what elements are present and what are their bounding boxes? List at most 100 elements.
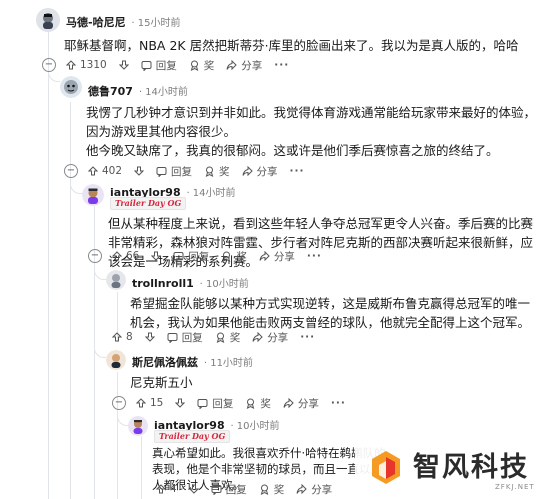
- collapse-button[interactable]: −: [64, 164, 78, 178]
- share-label: 分享: [311, 483, 333, 496]
- award-label: 奖: [203, 59, 215, 72]
- comment-icon: [156, 166, 167, 177]
- upvote-button[interactable]: 402: [88, 165, 122, 177]
- more-options-button[interactable]: ···: [274, 59, 289, 71]
- username[interactable]: trollnroll1: [132, 277, 194, 290]
- downvote-button[interactable]: [151, 251, 165, 261]
- share-icon: [252, 331, 263, 342]
- share-button[interactable]: 分享: [296, 482, 332, 497]
- upvote-icon: [88, 166, 98, 176]
- thread-line-level3b[interactable]: [117, 372, 118, 499]
- award-icon: [205, 166, 214, 177]
- vote-count: 66: [126, 250, 140, 262]
- award-label: 奖: [236, 250, 247, 263]
- comment-body: 希望掘金队能够以某种方式实现逆转，这是威斯布鲁克赢得总冠军的唯一机会，我认为如果…: [130, 296, 531, 330]
- downvote-button[interactable]: [188, 484, 203, 494]
- reply-button[interactable]: 回复: [156, 164, 192, 179]
- user-flair: Trailer Day OG: [154, 430, 231, 443]
- share-button[interactable]: 分享: [242, 164, 278, 179]
- more-options-button[interactable]: ···: [331, 397, 346, 409]
- award-label: 奖: [219, 165, 230, 178]
- comment-actions: 8 回复 奖 分享 ···: [112, 328, 327, 346]
- reply-button[interactable]: 回复: [167, 330, 203, 345]
- comment-icon: [167, 332, 178, 343]
- upvote-button[interactable]: 15: [136, 397, 163, 409]
- downvote-icon: [188, 484, 199, 494]
- timestamp: · 11小时前: [203, 358, 253, 369]
- avatar[interactable]: [106, 270, 126, 290]
- username[interactable]: 德鲁707: [88, 85, 133, 98]
- award-button[interactable]: 奖: [189, 58, 215, 73]
- collapse-button[interactable]: −: [42, 58, 56, 72]
- more-options-button[interactable]: ···: [300, 331, 315, 343]
- avatar[interactable]: [106, 350, 126, 370]
- comment-body: 我愣了几秒钟才意识到并非如此。我觉得体育游戏通常能给玩家带来最好的体验，因为游戏…: [86, 105, 537, 139]
- share-label: 分享: [241, 59, 263, 72]
- award-icon: [223, 251, 231, 262]
- reply-label: 回复: [225, 483, 247, 496]
- collapse-button[interactable]: −: [112, 396, 126, 410]
- downvote-button[interactable]: [134, 166, 148, 176]
- reply-label: 回复: [212, 397, 234, 410]
- upvote-button[interactable]: 4: [156, 483, 177, 495]
- comment-author[interactable]: trollnroll1 · 10小时前: [132, 275, 249, 290]
- thread-elbow: [94, 332, 106, 358]
- award-button[interactable]: 奖: [221, 249, 247, 264]
- share-icon: [296, 483, 307, 494]
- more-options-button[interactable]: ···: [307, 250, 322, 262]
- collapse-button[interactable]: −: [88, 249, 102, 263]
- thread-line-root[interactable]: [48, 32, 49, 499]
- comment-actions: − 15 回复 奖 分享 ···: [112, 394, 358, 412]
- avatar[interactable]: [60, 76, 82, 98]
- comment-icon: [141, 60, 152, 71]
- upvote-icon: [112, 251, 122, 261]
- upvote-button[interactable]: 1310: [66, 59, 107, 71]
- username[interactable]: 斯尼佩洛佩兹: [132, 356, 198, 369]
- downvote-icon: [134, 166, 145, 176]
- reply-button[interactable]: 回复: [211, 482, 247, 497]
- thread-line-level4[interactable]: [141, 436, 142, 499]
- comment-actions: 4 回复 奖 分享: [156, 480, 344, 498]
- share-button[interactable]: 分享: [259, 249, 295, 264]
- comment-actions: − 1310 回复 奖 分享 ···: [42, 56, 301, 74]
- award-icon: [260, 484, 268, 495]
- comment-author[interactable]: 斯尼佩洛佩兹 · 11小时前: [132, 354, 253, 370]
- comment-author[interactable]: 德鲁707 · 14小时前: [88, 83, 188, 99]
- award-button[interactable]: 奖: [259, 482, 284, 497]
- username[interactable]: 马德-哈尼尼: [66, 16, 126, 29]
- reply-button[interactable]: 回复: [141, 58, 177, 73]
- award-button[interactable]: 奖: [245, 396, 271, 411]
- reply-button[interactable]: 回复: [197, 396, 233, 411]
- award-icon: [216, 332, 224, 343]
- downvote-button[interactable]: [175, 398, 189, 408]
- share-button[interactable]: 分享: [252, 330, 288, 345]
- share-label: 分享: [267, 331, 289, 344]
- avatar[interactable]: [36, 8, 60, 32]
- downvote-button[interactable]: [118, 60, 133, 70]
- upvote-icon: [112, 332, 122, 342]
- upvote-button[interactable]: 8: [112, 331, 133, 343]
- reply-button[interactable]: 回复: [173, 249, 209, 264]
- award-button[interactable]: 奖: [215, 330, 240, 345]
- vote-count: 8: [126, 331, 133, 343]
- comment-body: 尼克斯五小: [130, 375, 193, 390]
- vote-count: 402: [102, 165, 123, 177]
- award-button[interactable]: 奖: [204, 164, 230, 179]
- avatar[interactable]: [128, 416, 148, 436]
- avatar[interactable]: [82, 184, 104, 206]
- reply-label: 回复: [188, 250, 210, 263]
- share-button[interactable]: 分享: [226, 58, 262, 73]
- comment-icon: [197, 398, 208, 409]
- more-options-button[interactable]: ···: [290, 165, 305, 177]
- comment-author[interactable]: 马德-哈尼尼 · 15小时前: [66, 14, 181, 30]
- reply-label: 回复: [181, 331, 203, 344]
- share-label: 分享: [256, 165, 278, 178]
- share-button[interactable]: 分享: [283, 396, 319, 411]
- award-label: 奖: [260, 397, 271, 410]
- downvote-button[interactable]: [144, 332, 159, 342]
- upvote-icon: [136, 398, 146, 408]
- watermark: 智风科技 ZFKJ.NET: [355, 441, 550, 499]
- timestamp: · 15小时前: [131, 18, 181, 29]
- upvote-button[interactable]: 66: [112, 250, 139, 262]
- award-icon: [190, 60, 199, 71]
